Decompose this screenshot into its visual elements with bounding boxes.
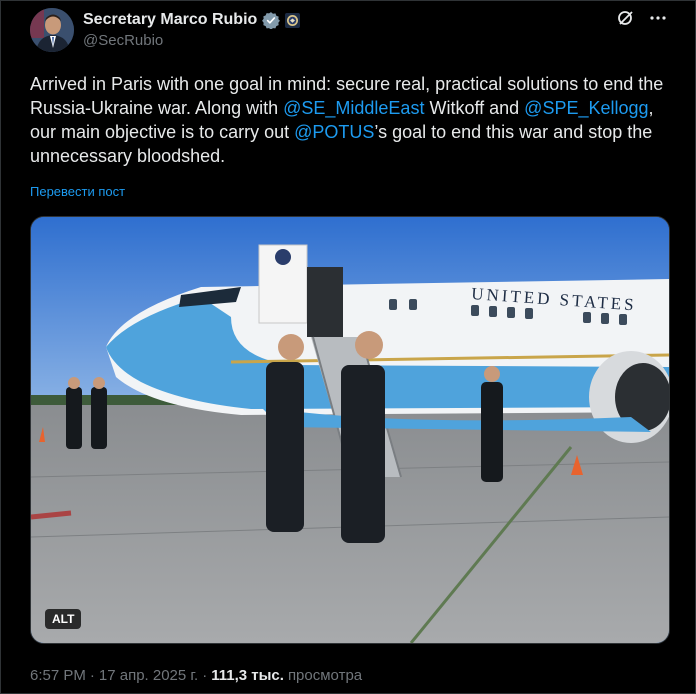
mention-se-middleeast[interactable]: @SE_MiddleEast	[283, 98, 424, 118]
views-label: просмотра	[287, 667, 363, 684]
post-photo[interactable]: UNITED STATES ALT	[30, 216, 670, 644]
translate-post-link[interactable]: Перевести пост	[30, 184, 125, 199]
top-actions	[617, 9, 667, 31]
more-icon[interactable]	[649, 9, 667, 31]
meta-separator: ·	[202, 667, 208, 684]
post-date[interactable]: 17 апр. 2025 г.	[99, 667, 198, 684]
mention-potus[interactable]: @POTUS	[294, 122, 374, 142]
mention-spe-kellogg[interactable]: @SPE_Kellogg	[524, 98, 648, 118]
author-handle[interactable]: @SecRubio	[83, 32, 163, 49]
post-text: Arrived in Paris with one goal in mind: …	[30, 72, 670, 168]
avatar[interactable]	[30, 8, 74, 52]
verified-badge-icon	[262, 11, 281, 30]
state-department-seal-icon	[285, 12, 301, 28]
tweet-card: Secretary Marco Rubio @SecRubio Arrived …	[0, 0, 696, 694]
avatar-image	[30, 8, 74, 52]
post-time[interactable]: 6:57 PM	[30, 667, 86, 684]
author-row: Secretary Marco Rubio	[83, 10, 301, 30]
photo-image: UNITED STATES	[31, 217, 669, 643]
grok-icon[interactable]	[617, 9, 635, 31]
views-count[interactable]: 111,3 тыс.	[211, 667, 284, 684]
meta-separator: ·	[89, 667, 95, 684]
author-name[interactable]: Secretary Marco Rubio	[83, 11, 257, 29]
post-text-part: Witkoff and	[424, 98, 525, 118]
post-meta: 6:57 PM · 17 апр. 2025 г. · 111,3 тыс. п…	[30, 667, 362, 684]
alt-badge[interactable]: ALT	[45, 609, 82, 629]
